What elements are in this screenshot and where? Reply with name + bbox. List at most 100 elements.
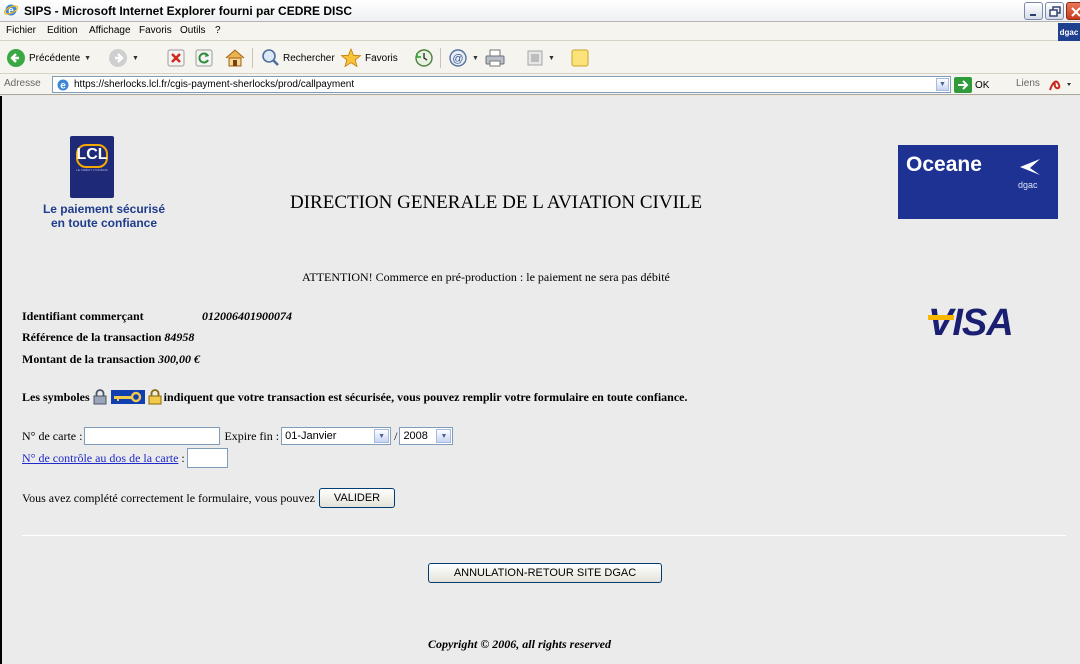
divider <box>22 535 1066 536</box>
security-symbols <box>92 389 162 405</box>
minimize-button[interactable] <box>1024 2 1043 20</box>
expiry-month-select[interactable]: 01-Janvier ▼ <box>281 427 392 445</box>
transaction-amount-label: Montant de la transaction <box>22 352 155 366</box>
restore-icon <box>1049 6 1061 17</box>
validate-button[interactable]: VALIDER <box>319 488 395 508</box>
security-notice: Les symboles indiquent que votre transac… <box>22 389 688 405</box>
merchant-id-label: Identifiant commerçant <box>22 309 144 323</box>
back-button[interactable]: Précédente ▼ <box>6 48 91 68</box>
refresh-icon <box>195 49 213 67</box>
menu-bar: Fichier Edition Affichage Favoris Outils… <box>0 22 1080 41</box>
key-icon <box>110 390 145 404</box>
svg-text:@: @ <box>452 53 463 65</box>
address-field[interactable]: e https://sherlocks.lcl.fr/cgis-payment-… <box>52 76 951 93</box>
history-button[interactable] <box>414 48 434 68</box>
mail-button[interactable]: @ ▼ <box>448 48 479 68</box>
padlock-gray-icon <box>93 389 107 405</box>
expiry-year-value: 2008 <box>403 430 428 442</box>
address-label: Adresse <box>4 78 41 89</box>
cvv-row: N° de contrôle au dos de la carte : <box>22 448 228 468</box>
refresh-button[interactable] <box>194 48 214 68</box>
swallow-bird-icon <box>1020 159 1040 175</box>
padlock-gold-icon <box>148 389 162 405</box>
oceane-logo: Oceane dgac <box>898 145 1058 219</box>
browser-window: e SIPS - Microsoft Internet Explorer fou… <box>0 0 1080 664</box>
search-label: Rechercher <box>283 52 335 64</box>
menu-help[interactable]: ? <box>215 25 221 36</box>
history-icon <box>415 49 433 67</box>
page-content: LCL LE CRÉDIT LYONNAIS Le paiement sécur… <box>0 96 1080 664</box>
card-number-row: N° de carte : Expire fin : 01-Janvier ▼ … <box>22 427 454 445</box>
transaction-amount-value: 300,00 € <box>158 352 200 366</box>
page-title: DIRECTION GENERALE DE L AVIATION CIVILE <box>290 192 703 213</box>
chevron-down-icon[interactable]: ▼ <box>132 55 139 62</box>
internet-explorer-icon: e <box>4 4 18 17</box>
card-number-label: N° de carte : <box>22 428 83 443</box>
links-label[interactable]: Liens <box>1016 78 1040 89</box>
home-icon <box>225 49 245 67</box>
back-arrow-icon <box>7 49 25 67</box>
submit-prompt: Vous avez complété correctement le formu… <box>22 490 315 505</box>
expiry-month-value: 01-Janvier <box>285 430 337 442</box>
copyright-text: Copyright © 2006, all rights reserved <box>428 637 611 651</box>
lcl-logo-subtext: LE CRÉDIT LYONNAIS <box>76 168 108 172</box>
search-button[interactable]: Rechercher <box>260 48 335 68</box>
go-button[interactable]: OK <box>954 77 989 93</box>
home-button[interactable] <box>224 48 246 68</box>
print-button[interactable] <box>484 48 506 68</box>
cvv-input[interactable] <box>186 448 228 468</box>
cancel-return-button[interactable]: ANNULATION-RETOUR SITE DGAC <box>428 563 662 583</box>
transaction-reference-label: Référence de la transaction <box>22 330 162 344</box>
favorites-button[interactable]: Favoris <box>340 48 398 68</box>
go-label: OK <box>975 79 990 91</box>
expiry-separator: / <box>394 428 398 443</box>
chevron-down-icon[interactable]: ▼ <box>936 78 949 91</box>
toolbar: Précédente ▼ ▼ Rechercher Favoris @ ▼ ▼ <box>0 41 1080 74</box>
chevron-down-icon[interactable]: ▼ <box>472 55 479 62</box>
edit-button[interactable]: ▼ <box>526 48 555 68</box>
go-arrow-icon <box>954 77 972 93</box>
lcl-tagline-line1: Le paiement sécurisé <box>42 202 166 216</box>
transaction-amount-row: Montant de la transaction 300,00 € <box>22 352 200 367</box>
acrobat-icon[interactable] <box>1047 77 1075 93</box>
toolbar-separator <box>440 48 441 68</box>
preproduction-warning: ATTENTION! Commerce en pré-production : … <box>302 270 670 284</box>
forward-button[interactable]: ▼ <box>108 48 139 68</box>
cvv-help-link[interactable]: N° de contrôle au dos de la carte <box>22 451 178 466</box>
notes-button[interactable] <box>570 48 590 68</box>
lcl-brand-block: LCL LE CRÉDIT LYONNAIS Le paiement sécur… <box>34 136 174 230</box>
print-icon <box>485 49 505 67</box>
cvv-colon: : <box>181 450 185 465</box>
address-bar: Adresse e https://sherlocks.lcl.fr/cgis-… <box>0 74 1080 95</box>
lcl-tagline-line2: en toute confiance <box>50 216 157 230</box>
merchant-id-row: Identifiant commerçant 012006401900074 <box>22 309 292 324</box>
merchant-id-value: 012006401900074 <box>202 309 292 323</box>
menu-edition[interactable]: Edition <box>47 25 78 36</box>
edit-page-icon <box>527 50 543 66</box>
menu-outils[interactable]: Outils <box>180 25 206 36</box>
oceane-logo-name: Oceane <box>906 153 982 176</box>
ie-page-icon: e <box>57 79 69 92</box>
menu-favoris[interactable]: Favoris <box>139 25 172 36</box>
close-icon <box>1071 7 1080 17</box>
lcl-logo-text: LCL <box>76 146 108 163</box>
stop-button[interactable] <box>166 48 186 68</box>
menu-fichier[interactable]: Fichier <box>6 25 36 36</box>
favorites-label: Favoris <box>365 52 398 64</box>
chevron-down-icon[interactable]: ▼ <box>548 55 555 62</box>
window-title: SIPS - Microsoft Internet Explorer fourn… <box>24 4 353 18</box>
address-url[interactable]: https://sherlocks.lcl.fr/cgis-payment-sh… <box>74 79 354 90</box>
visa-logo-stripe <box>928 315 954 320</box>
chevron-down-icon[interactable]: ▼ <box>374 429 390 443</box>
dgac-brand-badge: dgac <box>1058 23 1080 41</box>
card-number-input[interactable] <box>84 427 221 445</box>
close-button[interactable] <box>1066 2 1080 20</box>
expiry-year-select[interactable]: 2008 ▼ <box>399 427 454 445</box>
restore-button[interactable] <box>1045 2 1064 20</box>
menu-affichage[interactable]: Affichage <box>89 25 131 36</box>
sticky-note-icon <box>571 49 589 67</box>
security-notice-suffix: indiquent que votre transaction est sécu… <box>163 389 688 404</box>
visa-logo-text: VISA <box>928 302 1014 344</box>
chevron-down-icon[interactable]: ▼ <box>436 429 452 443</box>
chevron-down-icon[interactable]: ▼ <box>84 55 91 62</box>
